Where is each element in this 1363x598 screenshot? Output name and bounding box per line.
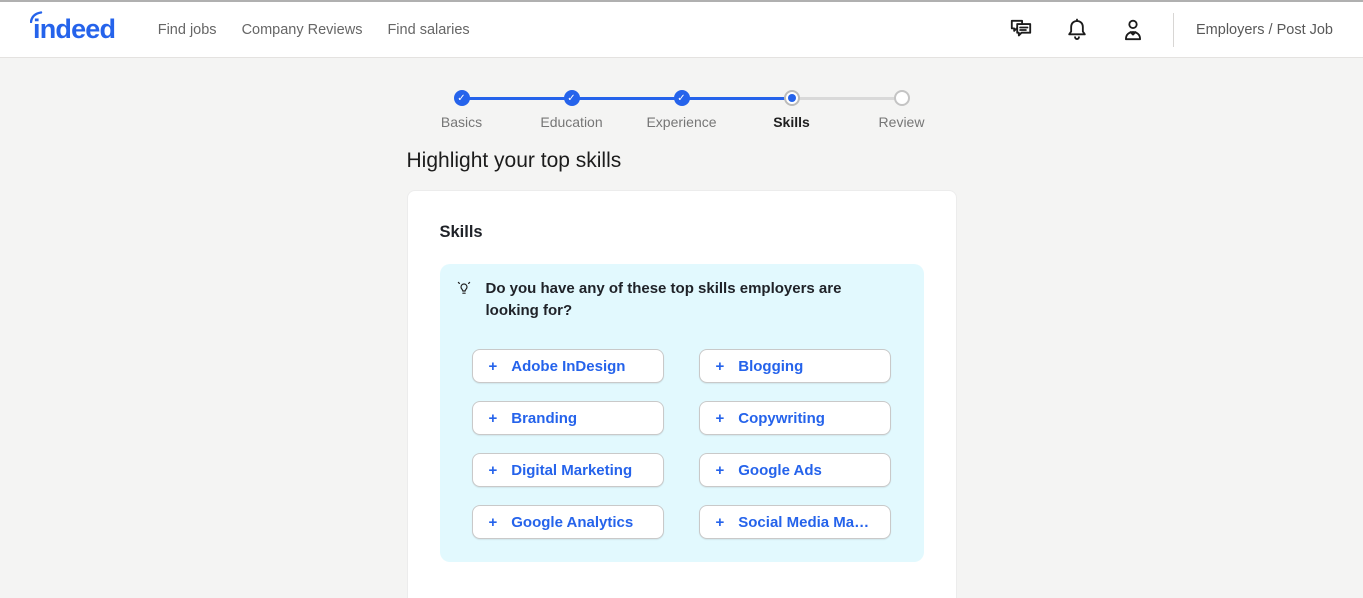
logo-text: indeed (33, 14, 116, 44)
page-title: Highlight your top skills (406, 149, 622, 172)
step-skills[interactable]: Skills (737, 90, 847, 130)
step-label: Skills (773, 114, 810, 130)
step-label: Basics (440, 114, 483, 130)
skill-chip-label: Adobe InDesign (511, 357, 626, 375)
step-basics[interactable]: ✓ Basics (407, 90, 517, 130)
step-label: Review (878, 114, 925, 130)
step-complete-icon: ✓ (673, 90, 690, 106)
messages-icon[interactable] (1008, 17, 1034, 43)
indeed-logo[interactable]: indeed (30, 11, 116, 44)
skill-chip-label: Copywriting (738, 409, 825, 427)
top-skills-suggestion-box: Do you have any of these top skills empl… (439, 264, 924, 562)
plus-icon: + (488, 357, 498, 375)
top-navbar: indeed Find jobs Company Reviews Find sa… (0, 2, 1363, 58)
check-icon: ✓ (567, 92, 576, 104)
skill-chip-label: Blogging (738, 357, 804, 375)
skills-card-heading: Skills (439, 223, 483, 241)
skill-chip-adobe-indesign[interactable]: + Adobe InDesign (471, 349, 664, 383)
primary-nav: Find jobs Company Reviews Find salaries (145, 12, 482, 48)
skill-chip-google-ads[interactable]: + Google Ads (698, 453, 891, 487)
lightbulb-icon (457, 281, 470, 294)
check-icon: ✓ (677, 92, 686, 104)
nav-find-salaries[interactable]: Find salaries (375, 12, 482, 48)
step-upcoming-icon (893, 90, 910, 106)
skill-chip-label: Google Analytics (511, 513, 634, 531)
notifications-icon[interactable] (1064, 17, 1090, 43)
skill-chip-google-analytics[interactable]: + Google Analytics (471, 505, 664, 539)
employers-post-job-link[interactable]: Employers / Post Job (1196, 22, 1333, 38)
skill-chip-digital-marketing[interactable]: + Digital Marketing (471, 453, 664, 487)
suggestion-question-row: Do you have any of these top skills empl… (456, 278, 908, 322)
plus-icon: + (488, 409, 498, 427)
skill-chip-branding[interactable]: + Branding (471, 401, 664, 435)
suggestion-question: Do you have any of these top skills empl… (485, 280, 842, 319)
skill-chip-copywriting[interactable]: + Copywriting (698, 401, 891, 435)
plus-icon: + (715, 461, 725, 479)
step-education[interactable]: ✓ Education (517, 90, 627, 130)
skill-chip-social-media-marketing[interactable]: + Social Media Ma… (698, 505, 891, 539)
step-review[interactable]: Review (847, 90, 957, 130)
skill-chip-label: Digital Marketing (511, 461, 633, 479)
step-label: Education (540, 114, 603, 130)
skill-chip-blogging[interactable]: + Blogging (698, 349, 891, 383)
step-complete-icon: ✓ (563, 90, 580, 106)
navbar-actions: Employers / Post Job (978, 12, 1333, 47)
suggested-skills-list: + Adobe InDesign + Blogging + Branding +… (471, 349, 908, 539)
plus-icon: + (488, 513, 498, 531)
step-complete-icon: ✓ (453, 90, 470, 106)
plus-icon: + (715, 513, 725, 531)
progress-stepper: ✓ Basics ✓ Education ✓ Experience Skills… (407, 90, 957, 130)
step-experience[interactable]: ✓ Experience (627, 90, 737, 130)
nav-company-reviews[interactable]: Company Reviews (229, 12, 375, 48)
skills-card: Skills Do you have any of these top skil… (406, 190, 957, 598)
check-icon: ✓ (457, 92, 466, 104)
navbar-divider (1173, 12, 1174, 47)
plus-icon: + (715, 357, 725, 375)
plus-icon: + (488, 461, 498, 479)
main-content: ✓ Basics ✓ Education ✓ Experience Skills… (406, 90, 957, 598)
step-current-icon (783, 90, 800, 106)
profile-icon[interactable] (1120, 17, 1146, 43)
nav-find-jobs[interactable]: Find jobs (145, 12, 229, 48)
skill-chip-label: Branding (511, 409, 578, 427)
skill-chip-label: Google Ads (738, 461, 822, 479)
plus-icon: + (715, 409, 725, 427)
step-label: Experience (646, 114, 717, 130)
skill-chip-label: Social Media Ma… (738, 513, 870, 531)
logo-arc-icon (30, 11, 43, 23)
